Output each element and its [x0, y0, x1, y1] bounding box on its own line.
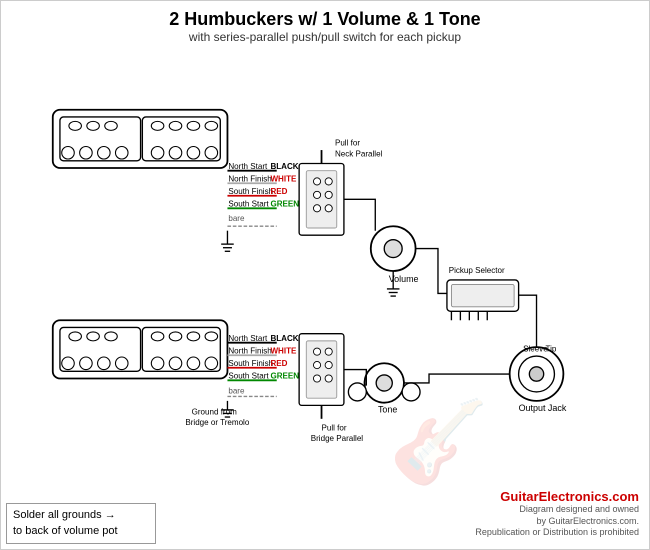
copyright-line3: Republication or Distribution is prohibi…: [475, 527, 639, 539]
svg-text:North Finish: North Finish: [228, 174, 271, 183]
svg-text:RED: RED: [270, 187, 287, 196]
copyright-line1: Diagram designed and owned: [475, 504, 639, 516]
guitar-watermark: 🎸: [389, 395, 489, 489]
svg-text:GREEN: GREEN: [270, 200, 299, 209]
svg-text:South Start: South Start: [228, 200, 269, 209]
svg-text:WHITE: WHITE: [270, 174, 297, 183]
svg-text:Pickup Selector: Pickup Selector: [449, 266, 505, 275]
svg-text:RED: RED: [270, 359, 287, 368]
svg-text:Tip: Tip: [545, 345, 556, 354]
svg-text:Bridge or Tremolo: Bridge or Tremolo: [185, 418, 249, 427]
bottom-note: Solder all grounds → to back of volume p…: [6, 503, 156, 544]
svg-text:North Start: North Start: [228, 334, 268, 343]
svg-text:Bridge Parallel: Bridge Parallel: [311, 434, 364, 443]
svg-text:South Finish: South Finish: [228, 359, 273, 368]
svg-text:Sleeve: Sleeve: [523, 345, 548, 354]
logo-text: GuitarElectronics.com: [475, 489, 639, 504]
svg-text:Output Jack: Output Jack: [519, 403, 567, 413]
copyright-line2: by GuitarElectronics.com.: [475, 516, 639, 528]
svg-text:GREEN: GREEN: [270, 372, 299, 381]
page-title: 2 Humbuckers w/ 1 Volume & 1 Tone: [1, 9, 649, 30]
svg-text:BLACK: BLACK: [270, 334, 298, 343]
diagram-area: North Start BLACK North Finish WHITE Sou…: [1, 56, 650, 486]
svg-text:bare: bare: [228, 387, 245, 396]
logo-area: GuitarElectronics.com Diagram designed a…: [475, 489, 639, 539]
svg-text:Pull for: Pull for: [335, 139, 360, 148]
main-container: 2 Humbuckers w/ 1 Volume & 1 Tone with s…: [0, 0, 650, 550]
svg-text:Pull for: Pull for: [322, 423, 347, 432]
wiring-svg: North Start BLACK North Finish WHITE Sou…: [1, 56, 650, 486]
svg-text:bare: bare: [228, 214, 245, 223]
svg-text:BLACK: BLACK: [270, 162, 298, 171]
svg-text:Ground from: Ground from: [192, 407, 237, 416]
bottom-note-text: Solder all grounds → to back of volume p…: [13, 509, 118, 536]
svg-text:South Finish: South Finish: [228, 187, 273, 196]
svg-text:North Finish: North Finish: [228, 346, 271, 355]
svg-text:South Start: South Start: [228, 372, 269, 381]
svg-text:WHITE: WHITE: [270, 346, 297, 355]
svg-text:Neck Parallel: Neck Parallel: [335, 149, 383, 158]
page-subtitle: with series-parallel push/pull switch fo…: [1, 30, 649, 44]
header: 2 Humbuckers w/ 1 Volume & 1 Tone with s…: [1, 1, 649, 46]
svg-text:North Start: North Start: [228, 162, 268, 171]
